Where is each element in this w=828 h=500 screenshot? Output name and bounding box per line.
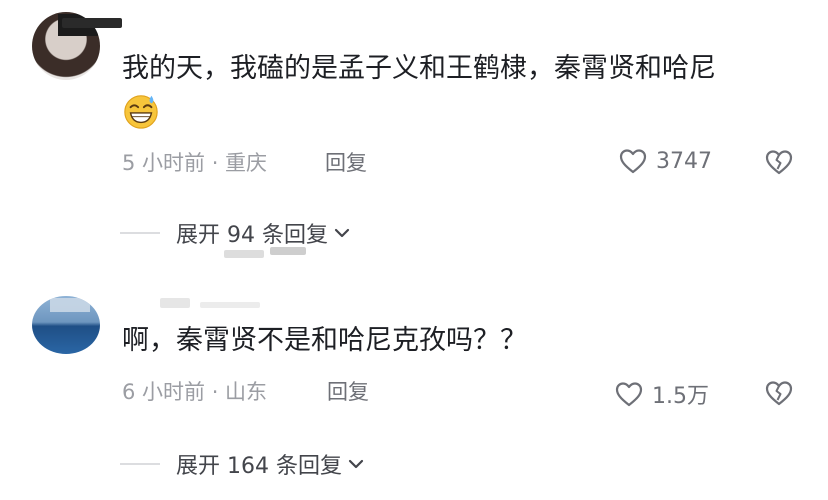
- redaction-smudge: [270, 247, 306, 255]
- expand-replies-label: 展开 164 条回复: [176, 454, 342, 479]
- comment-time-location: 5 小时前 · 重庆: [122, 151, 268, 175]
- commenter-avatar[interactable]: [32, 296, 100, 354]
- grinning-sweat-emoji-icon: [124, 95, 158, 129]
- expand-replies-button[interactable]: 展开 164 条回复: [120, 448, 366, 480]
- like-count: 3747: [656, 148, 712, 174]
- like-button[interactable]: 3747: [618, 146, 712, 176]
- heart-outline-icon: [619, 149, 647, 174]
- like-button[interactable]: 1.5万: [614, 378, 709, 410]
- avatar-redaction: [50, 298, 90, 312]
- expand-replies-label: 展开 94 条回复: [176, 223, 328, 248]
- username-redacted: [62, 18, 122, 28]
- divider-line: [120, 232, 160, 234]
- reply-button[interactable]: 回复: [325, 147, 367, 177]
- reply-button[interactable]: 回复: [327, 376, 369, 406]
- username-redacted: [160, 298, 190, 308]
- broken-heart-icon[interactable]: [764, 147, 794, 177]
- divider-line: [120, 463, 160, 465]
- chevron-down-icon: [334, 228, 350, 238]
- comment-text: 啊，秦霄贤不是和哈尼克孜吗？？: [122, 325, 527, 356]
- comment-time-location: 6 小时前 · 山东: [122, 380, 268, 404]
- username-redacted: [200, 302, 260, 308]
- comment-text: 我的天，我磕的是孟子义和王鹤棣，秦霄贤和哈尼: [122, 53, 716, 84]
- broken-heart-icon[interactable]: [764, 378, 794, 408]
- like-count: 1.5万: [652, 384, 709, 409]
- expand-replies-button[interactable]: 展开 94 条回复: [120, 217, 352, 249]
- chevron-down-icon: [348, 459, 364, 469]
- redaction-smudge: [224, 250, 264, 258]
- heart-outline-icon: [615, 382, 643, 407]
